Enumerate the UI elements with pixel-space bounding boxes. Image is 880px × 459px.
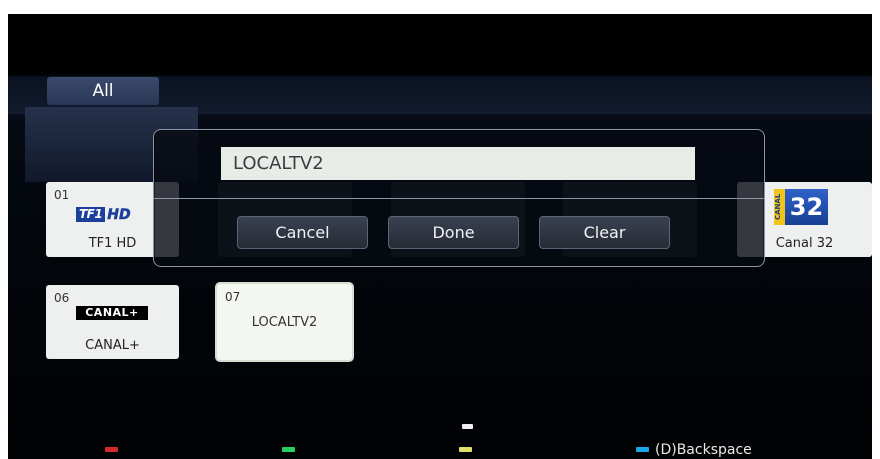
blue-key-icon <box>636 447 649 452</box>
red-key-icon <box>105 447 118 452</box>
tf1-hd-logo: TF1 HD <box>76 206 146 223</box>
canal-32-strip: CANAL <box>774 189 785 225</box>
rename-dialog: LOCALTV2 Cancel Done Clear <box>153 129 765 267</box>
white-key-icon <box>462 424 473 429</box>
channel-tile-canal-plus[interactable]: 06 CANAL+ CANAL+ <box>46 285 179 359</box>
channel-name: CANAL+ <box>85 338 140 353</box>
green-key-icon <box>282 447 295 452</box>
yellow-key-icon <box>459 447 472 452</box>
tf1-logo-part1: TF1 <box>76 207 106 222</box>
channel-number: 07 <box>225 290 241 304</box>
canal-32-number: 32 <box>785 189 828 225</box>
cancel-button[interactable]: Cancel <box>237 216 368 249</box>
channel-number: 06 <box>54 291 70 305</box>
channel-number: 01 <box>54 188 70 202</box>
clear-button[interactable]: Clear <box>539 216 670 249</box>
channel-name-input[interactable]: LOCALTV2 <box>221 147 695 180</box>
canal-plus-logo: CANAL+ <box>76 306 148 320</box>
canal-32-logo: CANAL 32 <box>774 189 828 225</box>
tf1-logo-part2: HD <box>107 206 131 223</box>
done-button[interactable]: Done <box>388 216 519 249</box>
channel-tile-localtv2[interactable]: 07 LOCALTV2 <box>217 284 352 360</box>
channel-name: LOCALTV2 <box>251 315 318 330</box>
dialog-divider <box>154 198 764 199</box>
backspace-hint-label: (D)Backspace <box>655 442 752 458</box>
tab-all[interactable]: All <box>47 77 159 105</box>
tv-screen: All 01 TF1 HD TF1 HD CANAL 32 Canal 32 0… <box>8 14 872 459</box>
